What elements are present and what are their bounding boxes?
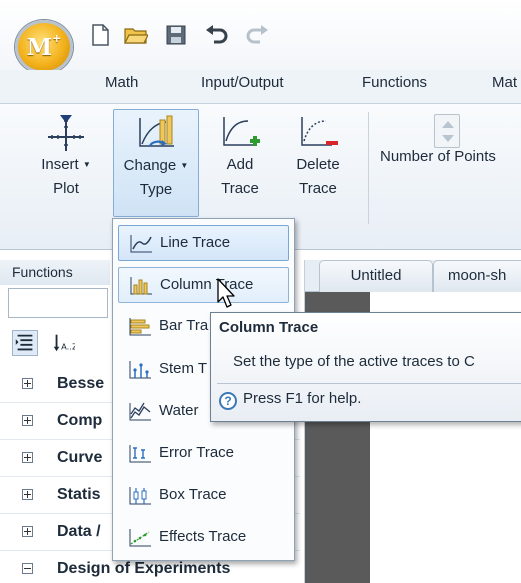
tooltip-description: Set the type of the active traces to C: [233, 353, 475, 370]
tab-math[interactable]: Math: [105, 72, 138, 102]
tooltip-help-text: Press F1 for help.: [243, 390, 362, 407]
expand-icon[interactable]: [22, 415, 33, 426]
waterfall-trace-icon: [129, 402, 151, 421]
menu-item-box-trace[interactable]: Box Trace: [118, 478, 289, 514]
title-bar: M+: [0, 0, 521, 74]
delete-trace-label-1: Delete: [296, 156, 340, 173]
column-trace-icon: [130, 277, 152, 295]
functions-search-input[interactable]: [8, 288, 108, 318]
expand-icon[interactable]: [22, 526, 33, 537]
menu-item-error-trace[interactable]: Error Trace: [118, 436, 289, 472]
menu-item-effects-trace[interactable]: Effects Trace: [118, 520, 289, 556]
open-folder-icon[interactable]: [124, 24, 149, 46]
app-logo-button[interactable]: M+: [15, 20, 73, 74]
delete-trace-label-2: Trace: [299, 180, 337, 197]
ribbon-tab-bar: Math Input/Output Functions Mat: [0, 70, 521, 104]
sort-az-icon[interactable]: A..Z: [50, 330, 78, 356]
mouse-cursor-icon: [217, 278, 235, 308]
add-trace-label-2: Trace: [221, 180, 259, 197]
insert-plot-label-1: Insert: [41, 156, 79, 173]
document-tab-bar: Untitled moon-sh: [305, 260, 521, 292]
change-type-button[interactable]: Change ▼ Type: [113, 109, 199, 217]
delete-trace-icon: [301, 117, 338, 146]
insert-plot-button[interactable]: Insert ▼ Plot: [36, 109, 96, 217]
insert-plot-label-2: Plot: [53, 180, 79, 198]
tab-input-output[interactable]: Input/Output: [201, 72, 284, 102]
tooltip-title: Column Trace: [219, 319, 319, 336]
help-icon: ?: [219, 392, 237, 410]
expand-icon[interactable]: [22, 489, 33, 500]
svg-text:A..Z: A..Z: [61, 341, 75, 351]
undo-icon[interactable]: [205, 24, 229, 46]
stem-trace-icon: [129, 361, 151, 379]
application-window: M+ Math Input/Output Functions Mat Inser…: [0, 0, 521, 583]
save-icon[interactable]: [164, 24, 188, 46]
change-type-label-2: Type: [139, 181, 173, 199]
functions-toolbar: A..Z: [8, 325, 108, 361]
redo-icon[interactable]: [245, 24, 269, 46]
spinner-down-icon[interactable]: [442, 135, 454, 142]
app-logo-text: M+: [26, 32, 62, 61]
tab-moon-sh[interactable]: moon-sh: [433, 260, 521, 292]
error-trace-icon: [129, 445, 151, 463]
effects-trace-icon: [129, 529, 151, 547]
insert-plot-icon: [48, 115, 84, 151]
add-trace-label-1: Add: [226, 156, 254, 173]
collapse-icon[interactable]: [22, 563, 33, 574]
expand-icon[interactable]: [22, 452, 33, 463]
menu-item-column-trace[interactable]: Column Trace: [118, 267, 289, 303]
spinner-up-icon[interactable]: [442, 121, 454, 128]
chevron-down-icon: ▼: [82, 160, 91, 170]
add-trace-button[interactable]: Add Trace: [210, 109, 270, 217]
tab-matrices[interactable]: Mat: [492, 72, 517, 102]
menu-item-line-trace[interactable]: Line Trace: [118, 225, 289, 261]
box-trace-icon: [129, 487, 151, 505]
change-type-icon: [139, 115, 174, 147]
new-document-icon[interactable]: [88, 24, 112, 46]
tooltip-divider: [217, 383, 521, 384]
chevron-down-icon: ▼: [180, 161, 189, 171]
number-of-points-label: Number of Points: [380, 148, 496, 165]
delete-trace-button[interactable]: Delete Trace: [288, 109, 348, 217]
tooltip-help: ? Press F1 for help.: [219, 390, 361, 410]
expand-icon[interactable]: [22, 378, 33, 389]
tab-untitled[interactable]: Untitled: [319, 260, 433, 292]
functions-panel-title: Functions: [0, 260, 110, 285]
number-of-points-spinner[interactable]: [434, 114, 460, 148]
add-trace-icon: [223, 117, 260, 146]
column-trace-tooltip: Column Trace Set the type of the active …: [210, 312, 521, 422]
tab-functions[interactable]: Functions: [362, 72, 427, 102]
line-trace-icon: [130, 235, 152, 253]
bar-trace-icon: [129, 318, 151, 336]
change-type-label-1: Change: [123, 157, 177, 174]
list-view-icon[interactable]: [12, 330, 38, 356]
ribbon-divider: [368, 112, 369, 224]
